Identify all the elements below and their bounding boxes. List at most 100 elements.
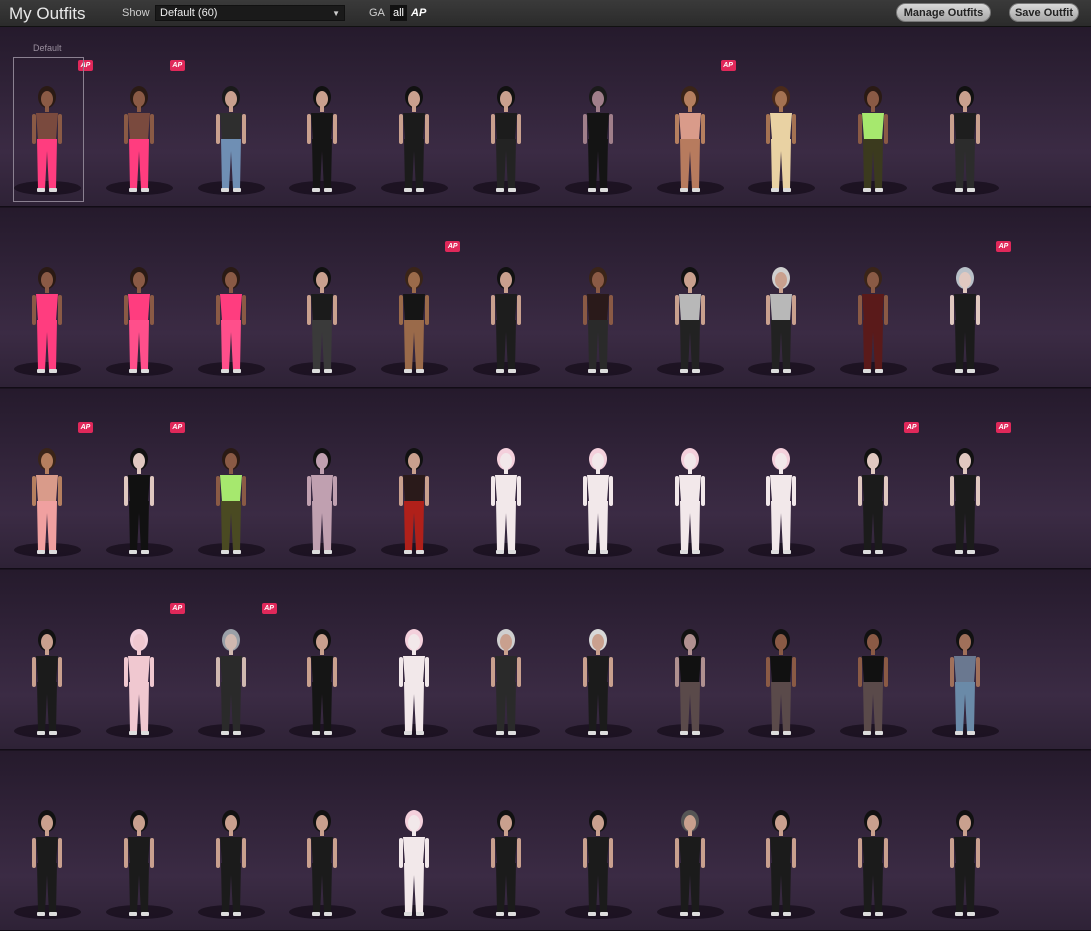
ap-badge: AP bbox=[169, 603, 185, 614]
ap-badge: AP bbox=[996, 241, 1011, 252]
avatar-figure bbox=[123, 267, 154, 373]
outfit-tile[interactable] bbox=[277, 27, 368, 207]
outfit-tile[interactable] bbox=[920, 570, 1011, 750]
avatar-figure bbox=[766, 86, 797, 192]
outfit-row: AP Default AP AP bbox=[0, 27, 1091, 207]
outfit-tile[interactable]: AP bbox=[94, 389, 185, 569]
outfit-tile[interactable] bbox=[736, 27, 827, 207]
outfit-tile[interactable]: AP bbox=[920, 208, 1011, 388]
filter-all-button[interactable]: all bbox=[390, 5, 407, 21]
outfit-tile[interactable] bbox=[736, 208, 827, 388]
outfit-tile[interactable] bbox=[553, 570, 644, 750]
ga-label: GA bbox=[369, 7, 385, 19]
outfit-tile[interactable] bbox=[369, 570, 460, 750]
outfit-tile[interactable]: AP bbox=[369, 208, 461, 388]
outfit-tile[interactable] bbox=[828, 208, 919, 388]
avatar-figure bbox=[215, 629, 246, 735]
avatar-figure bbox=[491, 810, 521, 916]
outfit-tile[interactable] bbox=[920, 27, 1011, 207]
outfit-tile[interactable] bbox=[2, 570, 93, 750]
outfit-tile[interactable] bbox=[736, 570, 827, 750]
outfit-tile[interactable]: AP Default bbox=[2, 27, 93, 207]
avatar-figure bbox=[766, 629, 797, 735]
ap-badge: AP bbox=[261, 603, 277, 614]
outfit-tile[interactable] bbox=[461, 389, 552, 569]
ap-badge: AP bbox=[445, 241, 461, 252]
outfit-row: AP AP AP AP bbox=[0, 389, 1091, 569]
outfit-tile[interactable] bbox=[645, 208, 736, 388]
avatar-figure bbox=[491, 629, 521, 735]
avatar-figure bbox=[215, 810, 246, 916]
outfit-tile[interactable] bbox=[461, 208, 552, 388]
outfit-tile[interactable] bbox=[553, 751, 644, 931]
outfit-tile[interactable] bbox=[94, 208, 185, 388]
avatar-figure bbox=[582, 629, 613, 735]
avatar-figure bbox=[766, 448, 797, 554]
avatar-figure bbox=[674, 86, 705, 192]
avatar-figure bbox=[399, 629, 430, 735]
outfit-tile[interactable] bbox=[461, 570, 552, 750]
outfit-tile[interactable]: AP bbox=[186, 570, 277, 750]
outfit-tile[interactable]: AP bbox=[828, 389, 920, 569]
outfit-tile[interactable] bbox=[2, 208, 93, 388]
avatar-figure bbox=[950, 629, 980, 735]
outfit-tile[interactable]: AP bbox=[94, 570, 185, 750]
outfit-tile[interactable] bbox=[461, 751, 552, 931]
outfit-tile[interactable]: AP bbox=[645, 27, 736, 207]
outfit-tile[interactable] bbox=[369, 751, 460, 931]
avatar-figure bbox=[766, 810, 797, 916]
ap-badge: AP bbox=[169, 422, 185, 433]
avatar-figure bbox=[582, 267, 613, 373]
manage-outfits-button[interactable]: Manage Outfits bbox=[896, 3, 991, 22]
outfit-tile[interactable] bbox=[553, 208, 644, 388]
outfit-tile[interactable] bbox=[645, 751, 736, 931]
page-title: My Outfits bbox=[9, 4, 86, 23]
outfit-tile[interactable] bbox=[2, 751, 93, 931]
avatar-figure bbox=[582, 448, 613, 554]
outfit-tile[interactable] bbox=[277, 570, 368, 750]
outfit-tile[interactable] bbox=[277, 208, 368, 388]
avatar-figure bbox=[32, 810, 62, 916]
outfit-row: AP AP bbox=[0, 570, 1091, 750]
outfit-tile[interactable] bbox=[553, 27, 644, 207]
outfit-tile[interactable]: AP bbox=[94, 27, 185, 207]
avatar-figure bbox=[950, 810, 980, 916]
outfit-tile[interactable] bbox=[920, 751, 1011, 931]
show-filter-select[interactable]: Default (60) ▼ bbox=[155, 5, 345, 21]
outfit-row: AP AP bbox=[0, 208, 1091, 388]
avatar-figure bbox=[399, 448, 430, 554]
outfit-tile[interactable] bbox=[828, 751, 919, 931]
outfit-tile[interactable] bbox=[277, 751, 368, 931]
filter-ap-button[interactable]: AP bbox=[411, 5, 427, 21]
outfit-tile[interactable] bbox=[645, 389, 736, 569]
avatar-figure bbox=[123, 810, 154, 916]
ap-badge: AP bbox=[996, 422, 1011, 433]
avatar-figure bbox=[491, 267, 521, 373]
outfit-tile[interactable] bbox=[186, 27, 277, 207]
outfit-tile[interactable] bbox=[736, 389, 827, 569]
outfit-row bbox=[0, 751, 1091, 931]
avatar-figure bbox=[858, 810, 889, 916]
outfit-tile[interactable]: AP bbox=[2, 389, 93, 569]
outfit-tile[interactable] bbox=[736, 751, 827, 931]
show-filter-value: Default (60) bbox=[160, 7, 218, 19]
outfit-tile[interactable] bbox=[461, 27, 552, 207]
outfit-tile[interactable] bbox=[645, 570, 736, 750]
chevron-down-icon: ▼ bbox=[332, 9, 340, 18]
outfit-tile[interactable] bbox=[369, 27, 460, 207]
outfit-tile[interactable] bbox=[828, 570, 919, 750]
avatar-figure bbox=[491, 448, 521, 554]
avatar-figure bbox=[307, 810, 338, 916]
outfit-tile[interactable] bbox=[277, 389, 368, 569]
outfit-tile[interactable] bbox=[94, 751, 185, 931]
save-outfit-button[interactable]: Save Outfit bbox=[1009, 3, 1079, 22]
outfit-tile[interactable] bbox=[369, 389, 460, 569]
outfit-tile[interactable]: AP bbox=[920, 389, 1011, 569]
outfit-tile[interactable] bbox=[186, 389, 277, 569]
avatar-figure bbox=[582, 86, 613, 192]
outfit-tile[interactable] bbox=[828, 27, 919, 207]
outfit-tile[interactable] bbox=[553, 389, 644, 569]
outfit-tile[interactable] bbox=[186, 208, 277, 388]
outfit-tile[interactable] bbox=[186, 751, 277, 931]
ap-badge: AP bbox=[904, 422, 920, 433]
